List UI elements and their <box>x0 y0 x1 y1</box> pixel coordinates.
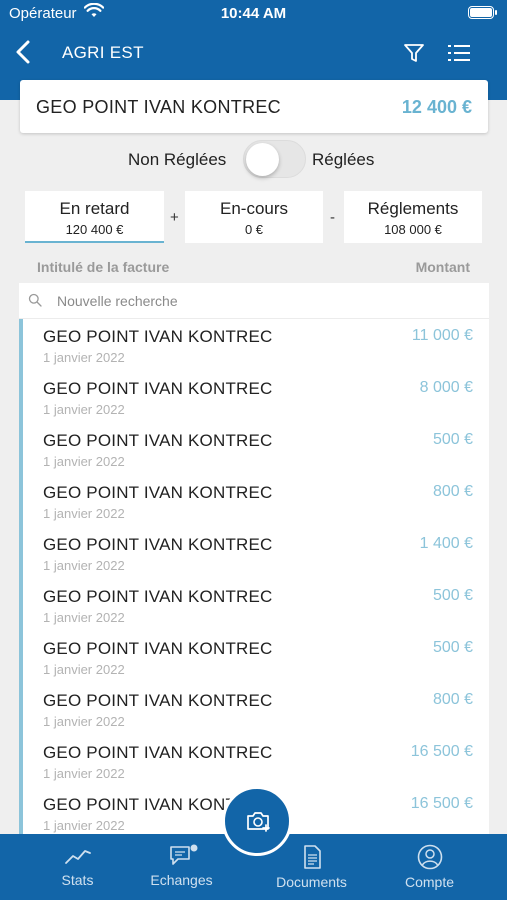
toggle-label-non-reglees: Non Réglées <box>128 150 227 169</box>
invoice-date: 1 janvier 2022 <box>43 818 125 833</box>
tab-label: En-cours <box>219 199 289 218</box>
client-name: GEO POINT IVAN KONTREC <box>36 97 281 117</box>
invoice-row[interactable]: GEO POINT IVAN KONTREC 1 janvier 2022 50… <box>23 579 489 631</box>
plus-operator: + <box>170 209 179 226</box>
column-header-amount: Montant <box>415 259 470 275</box>
battery-icon <box>468 6 497 19</box>
nav-label: Echanges <box>150 872 213 888</box>
nav-compte[interactable]: Compte <box>366 834 493 900</box>
invoice-title: GEO POINT IVAN KONTREC <box>43 327 273 346</box>
invoice-title: GEO POINT IVAN KONTREC <box>43 431 273 450</box>
invoice-date: 1 janvier 2022 <box>43 558 125 573</box>
invoice-title: GEO POINT IVAN KONTREC <box>43 639 273 658</box>
invoice-row[interactable]: GEO POINT IVAN KONTREC 1 janvier 2022 80… <box>23 475 489 527</box>
invoice-title: GEO POINT IVAN KONTREC <box>43 535 273 554</box>
invoice-row[interactable]: GEO POINT IVAN KONTREC 1 janvier 2022 80… <box>23 683 489 735</box>
filter-icon[interactable] <box>402 41 426 65</box>
status-bar: Opérateur 10:44 AM <box>0 0 507 28</box>
settled-toggle-switch[interactable] <box>243 140 306 178</box>
invoice-amount: 800 € <box>432 483 473 500</box>
user-icon <box>417 844 442 870</box>
invoice-amount: 500 € <box>432 587 473 604</box>
invoice-date: 1 janvier 2022 <box>43 662 125 677</box>
invoice-date: 1 janvier 2022 <box>43 402 125 417</box>
document-icon <box>303 845 321 869</box>
settlement-toggle-row: Non Réglées Réglées <box>0 140 507 180</box>
column-header-invoice: Intitulé de la facture <box>37 259 170 275</box>
invoice-row[interactable]: GEO POINT IVAN KONTREC 1 janvier 2022 8 … <box>23 371 489 423</box>
invoice-title: GEO POINT IVAN KONTREC <box>43 483 273 502</box>
invoice-amount: 11 000 € <box>411 327 473 344</box>
invoice-title: GEO POINT IVAN KONTREC <box>43 691 273 710</box>
invoice-row[interactable]: GEO POINT IVAN KONTREC 1 janvier 2022 50… <box>23 423 489 475</box>
toggle-knob <box>246 143 279 176</box>
invoice-amount: 800 € <box>432 691 473 708</box>
invoice-date: 1 janvier 2022 <box>43 350 125 365</box>
tab-en-cours[interactable]: En-cours 0 € <box>185 191 323 243</box>
toggle-label-reglees: Réglées <box>312 150 375 169</box>
search-input[interactable] <box>57 290 477 312</box>
invoice-rows: GEO POINT IVAN KONTREC 1 janvier 2022 11… <box>19 319 489 843</box>
invoice-title: GEO POINT IVAN KONTREC <box>43 587 273 606</box>
invoice-row[interactable]: GEO POINT IVAN KONTREC 1 janvier 2022 11… <box>23 319 489 371</box>
tab-value: 108 000 € <box>384 222 442 237</box>
invoice-row[interactable]: GEO POINT IVAN KONTREC 1 janvier 2022 16… <box>23 735 489 787</box>
tab-en-retard[interactable]: En retard 120 400 € <box>25 191 164 243</box>
invoice-date: 1 janvier 2022 <box>43 506 125 521</box>
back-button[interactable] <box>12 38 36 66</box>
add-photo-button[interactable] <box>222 786 292 856</box>
invoice-amount: 16 500 € <box>410 743 473 760</box>
invoice-date: 1 janvier 2022 <box>43 714 125 729</box>
invoice-amount: 1 400 € <box>419 535 473 552</box>
camera-add-icon <box>247 812 270 832</box>
tab-value: 0 € <box>244 222 264 237</box>
chart-line-icon <box>64 850 91 864</box>
minus-operator: - <box>330 209 335 226</box>
invoice-amount: 16 500 € <box>410 795 473 812</box>
tab-label: En retard <box>59 199 130 218</box>
invoice-title: GEO POINT IVAN KONTREC <box>43 743 273 762</box>
nav-label: Compte <box>404 874 455 890</box>
invoice-list: GEO POINT IVAN KONTREC 1 janvier 2022 11… <box>19 283 489 843</box>
invoice-amount: 500 € <box>432 639 473 656</box>
invoice-date: 1 janvier 2022 <box>43 766 125 781</box>
invoice-row[interactable]: GEO POINT IVAN KONTREC 1 janvier 2022 50… <box>23 631 489 683</box>
client-summary-card[interactable]: GEO POINT IVAN KONTREC 12 400 € <box>20 80 488 133</box>
list-view-icon[interactable] <box>446 42 472 64</box>
client-total-amount: 12 400 € <box>401 97 472 117</box>
search-bar <box>19 283 489 319</box>
nav-label: Documents <box>276 874 347 890</box>
chat-icon <box>169 844 197 865</box>
tab-value: 120 400 € <box>65 222 124 237</box>
nav-echanges[interactable]: Echanges <box>118 834 245 900</box>
invoice-title: GEO POINT IVAN KONTREC <box>43 379 273 398</box>
status-time: 10:44 AM <box>220 5 287 22</box>
tab-reglements[interactable]: Réglements 108 000 € <box>344 191 482 243</box>
invoice-row[interactable]: GEO POINT IVAN KONTREC 1 janvier 2022 1 … <box>23 527 489 579</box>
invoice-amount: 8 000 € <box>419 379 473 396</box>
page-title: AGRI EST <box>62 43 144 62</box>
tab-label: Réglements <box>367 199 459 218</box>
invoice-date: 1 janvier 2022 <box>43 610 125 625</box>
invoice-date: 1 janvier 2022 <box>43 454 125 469</box>
search-icon <box>28 293 42 307</box>
invoice-amount: 500 € <box>432 431 473 448</box>
